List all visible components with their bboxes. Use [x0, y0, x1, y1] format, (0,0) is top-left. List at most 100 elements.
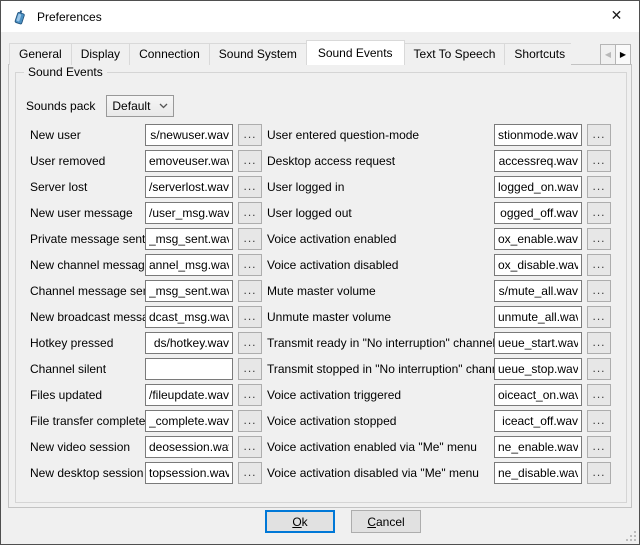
- ok-button[interactable]: Ok: [265, 510, 335, 533]
- sound-file-input[interactable]: [494, 202, 582, 224]
- browse-button[interactable]: ...: [238, 384, 262, 406]
- browse-button[interactable]: ...: [587, 436, 611, 458]
- browse-button[interactable]: ...: [238, 150, 262, 172]
- sound-event-label: Server lost: [30, 176, 140, 198]
- sound-file-input[interactable]: [494, 410, 582, 432]
- tab-sound-system[interactable]: Sound System: [209, 43, 307, 65]
- tab-list: GeneralDisplayConnectionSound SystemSoun…: [9, 40, 571, 65]
- tab-text-to-speech[interactable]: Text To Speech: [404, 43, 506, 65]
- sound-file-input[interactable]: [494, 436, 582, 458]
- sound-file-input[interactable]: [494, 384, 582, 406]
- tab-shortcuts[interactable]: Shortcuts: [504, 43, 571, 65]
- browse-button[interactable]: ...: [587, 254, 611, 276]
- sound-file-input[interactable]: [494, 124, 582, 146]
- sound-file-input[interactable]: [145, 410, 233, 432]
- sound-event-label: Voice activation enabled: [267, 228, 489, 250]
- sound-event-label: Private message sent: [30, 228, 140, 250]
- tab-general[interactable]: General: [9, 43, 72, 65]
- sound-event-label: User removed: [30, 150, 140, 172]
- sound-file-input[interactable]: [494, 306, 582, 328]
- browse-button[interactable]: ...: [238, 436, 262, 458]
- tab-sound-events[interactable]: Sound Events: [306, 40, 405, 65]
- sound-file-input[interactable]: [145, 436, 233, 458]
- sound-event-label: User logged in: [267, 176, 489, 198]
- browse-button[interactable]: ...: [238, 410, 262, 432]
- sound-file-input[interactable]: [494, 280, 582, 302]
- sound-event-label: New user message: [30, 202, 140, 224]
- sound-file-input[interactable]: [145, 228, 233, 250]
- window-title: Preferences: [37, 10, 102, 24]
- title-bar: Preferences ✕: [1, 1, 639, 32]
- browse-button[interactable]: ...: [587, 332, 611, 354]
- browse-button[interactable]: ...: [587, 150, 611, 172]
- sound-file-input[interactable]: [145, 280, 233, 302]
- sounds-pack-label: Sounds pack: [26, 95, 95, 117]
- browse-button[interactable]: ...: [587, 306, 611, 328]
- tab-scroll-left-icon[interactable]: ◀: [600, 44, 616, 65]
- sound-file-input[interactable]: [494, 150, 582, 172]
- tab-connection[interactable]: Connection: [129, 43, 210, 65]
- browse-button[interactable]: ...: [587, 176, 611, 198]
- footer: Ok Cancel: [24, 510, 640, 533]
- sound-file-input[interactable]: [145, 124, 233, 146]
- browse-button[interactable]: ...: [238, 254, 262, 276]
- sound-file-input[interactable]: [145, 176, 233, 198]
- sound-file-input[interactable]: [494, 358, 582, 380]
- cancel-button[interactable]: Cancel: [351, 510, 421, 533]
- sound-event-label: New channel message: [30, 254, 140, 276]
- sound-event-label: File transfer complete: [30, 410, 140, 432]
- sound-event-label: User entered question-mode: [267, 124, 489, 146]
- sound-file-input[interactable]: [145, 332, 233, 354]
- sound-file-input[interactable]: [494, 176, 582, 198]
- browse-button[interactable]: ...: [587, 228, 611, 250]
- sound-event-label: New video session: [30, 436, 140, 458]
- close-icon[interactable]: ✕: [594, 1, 639, 31]
- sound-file-input[interactable]: [145, 358, 233, 380]
- sound-file-input[interactable]: [145, 254, 233, 276]
- sound-file-input[interactable]: [494, 332, 582, 354]
- sound-event-label: Channel silent: [30, 358, 140, 380]
- preferences-dialog: Preferences ✕ GeneralDisplayConnectionSo…: [0, 0, 640, 545]
- sound-event-label: Voice activation triggered: [267, 384, 489, 406]
- sound-event-label: New broadcast message: [30, 306, 140, 328]
- sound-event-label: Transmit stopped in "No interruption" ch…: [267, 358, 489, 380]
- sound-file-input[interactable]: [494, 228, 582, 250]
- browse-button[interactable]: ...: [238, 306, 262, 328]
- sound-event-label: Files updated: [30, 384, 140, 406]
- browse-button[interactable]: ...: [587, 280, 611, 302]
- browse-button[interactable]: ...: [238, 280, 262, 302]
- browse-button[interactable]: ...: [587, 202, 611, 224]
- browse-button[interactable]: ...: [238, 462, 262, 484]
- chevron-down-icon: [159, 103, 168, 109]
- sound-file-input[interactable]: [494, 462, 582, 484]
- browse-button[interactable]: ...: [238, 202, 262, 224]
- sounds-pack-select[interactable]: Default: [106, 95, 174, 117]
- sound-file-input[interactable]: [145, 150, 233, 172]
- sound-event-label: Transmit ready in "No interruption" chan…: [267, 332, 489, 354]
- tab-bar: GeneralDisplayConnectionSound SystemSoun…: [9, 41, 631, 65]
- browse-button[interactable]: ...: [587, 124, 611, 146]
- sound-event-label: Hotkey pressed: [30, 332, 140, 354]
- browse-button[interactable]: ...: [587, 410, 611, 432]
- sound-file-input[interactable]: [145, 306, 233, 328]
- browse-button[interactable]: ...: [587, 358, 611, 380]
- app-icon: [12, 9, 28, 25]
- browse-button[interactable]: ...: [238, 358, 262, 380]
- resize-grip-icon[interactable]: [625, 530, 636, 541]
- sound-file-input[interactable]: [145, 384, 233, 406]
- browse-button[interactable]: ...: [587, 384, 611, 406]
- browse-button[interactable]: ...: [238, 176, 262, 198]
- tab-scroller: ◀ ▶: [601, 44, 631, 65]
- sound-event-label: Voice activation disabled: [267, 254, 489, 276]
- sound-file-input[interactable]: [494, 254, 582, 276]
- browse-button[interactable]: ...: [587, 462, 611, 484]
- sound-events-grid: New user ... User entered question-mode …: [30, 124, 611, 484]
- sound-file-input[interactable]: [145, 202, 233, 224]
- sound-file-input[interactable]: [145, 462, 233, 484]
- browse-button[interactable]: ...: [238, 124, 262, 146]
- tab-display[interactable]: Display: [71, 43, 130, 65]
- browse-button[interactable]: ...: [238, 332, 262, 354]
- sounds-pack-value: Default: [112, 96, 150, 116]
- browse-button[interactable]: ...: [238, 228, 262, 250]
- tab-scroll-right-icon[interactable]: ▶: [615, 44, 631, 65]
